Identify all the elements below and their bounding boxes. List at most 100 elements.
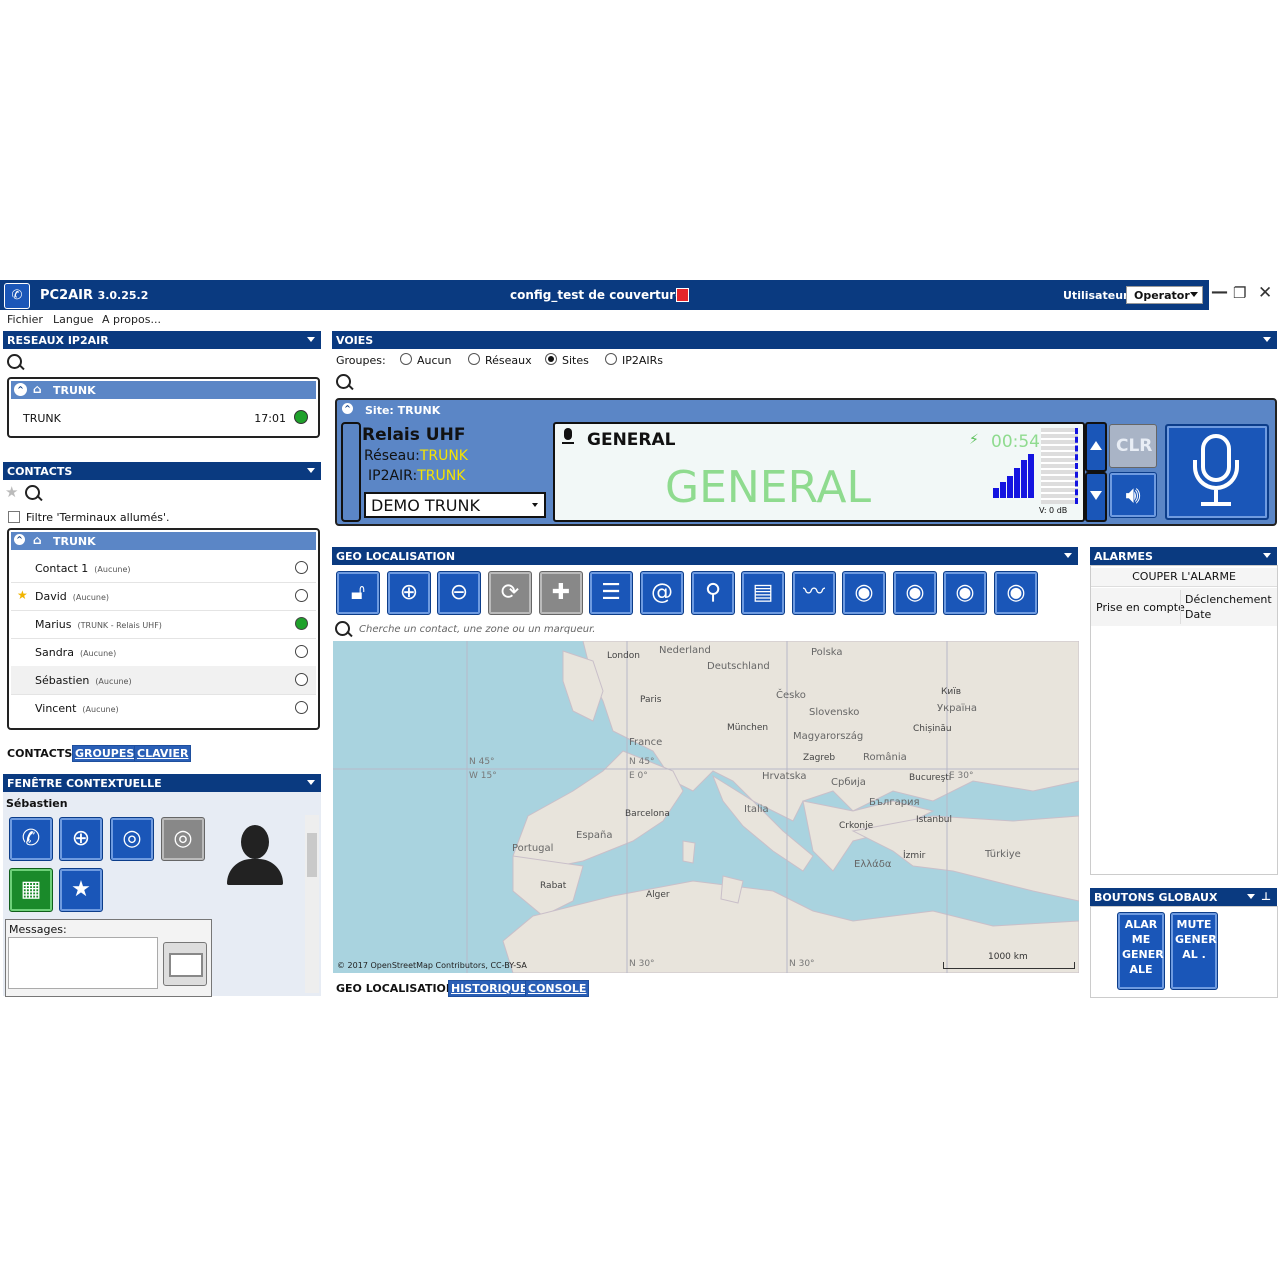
map-scale: 1000 km [943, 952, 1075, 969]
calendar-grid-button[interactable]: ▤ [741, 571, 785, 615]
map-button[interactable]: ▦ [9, 868, 53, 912]
add-marker-button[interactable]: ✚ [539, 571, 583, 615]
radio-ip2airs[interactable] [605, 353, 617, 365]
minimize-button[interactable]: — [1211, 282, 1228, 302]
menu-bar: Fichier Langue A propos... [0, 310, 1280, 328]
email-button[interactable]: @ [640, 571, 684, 615]
tab-historique[interactable]: HISTORIQUE [448, 980, 531, 997]
send-message-button[interactable] [163, 942, 207, 986]
tab-console[interactable]: CONSOLE [525, 980, 590, 997]
pin-icon[interactable]: ⊥ [1261, 890, 1271, 903]
app-window: ✆ PC2AIR 3.0.25.2 config_test de couvert… [0, 280, 1280, 998]
restore-button[interactable]: ❐ [1233, 284, 1246, 302]
tab-contacts[interactable]: CONTACTS [5, 746, 74, 761]
zoom-out-button[interactable]: ⊖ [437, 571, 481, 615]
location-pin-button[interactable]: ⚲ [691, 571, 735, 615]
view-eye-1-button[interactable]: ◉ [842, 571, 886, 615]
collapse-icon[interactable]: ^ [14, 534, 25, 545]
grid-label: E 30° [949, 771, 974, 781]
status-circle-online [295, 617, 308, 630]
call-display: GENERAL GENERAL ⚡ 00:54 V: 0 dB [553, 422, 1085, 522]
message-input[interactable] [8, 937, 158, 989]
context-scrollbar[interactable] [305, 815, 319, 993]
general-alarm-button[interactable]: ALAR ME GENER ALE [1117, 912, 1165, 990]
scroll-up-button[interactable] [1085, 422, 1107, 472]
collapse-icon[interactable]: ^ [342, 403, 353, 414]
contact-row[interactable]: Contact 1 (Aucune) [11, 554, 316, 583]
menu-fichier[interactable]: Fichier [7, 313, 43, 326]
contact-row[interactable]: ★ David (Aucune) [11, 582, 316, 611]
voies-header[interactable]: VOIES [332, 331, 1277, 349]
view-eye-3-button[interactable]: ◉ [943, 571, 987, 615]
status-circle [295, 701, 308, 714]
track-globe-button[interactable]: ◎ [161, 817, 205, 861]
tab-geo-localisation[interactable]: GEO LOCALISATION [334, 981, 457, 996]
track-line-button[interactable]: 〰 [792, 571, 836, 615]
contact-row[interactable]: Marius (TRUNK - Relais UHF) [11, 610, 316, 639]
close-button[interactable]: ✕ [1258, 283, 1272, 303]
contacts-group-header[interactable]: ^ ⌂ TRUNK [11, 532, 316, 550]
radio-aucun[interactable] [400, 353, 412, 365]
view-eye-4-button[interactable]: ◉ [994, 571, 1038, 615]
scroll-down-button[interactable] [1085, 472, 1107, 522]
star-filter-icon[interactable]: ★ [5, 483, 18, 501]
menu-apropos[interactable]: A propos... [102, 313, 161, 326]
cut-alarm-button[interactable]: COUPER L'ALARME [1091, 568, 1277, 587]
map-label: Crkonje [839, 821, 874, 831]
contact-row[interactable]: Vincent (Aucune) [11, 694, 316, 722]
tab-groupes[interactable]: GROUPES [72, 745, 138, 762]
add-contact-button[interactable]: ⊕ [59, 817, 103, 861]
general-mute-button[interactable]: MUTE GENER AL . [1170, 912, 1218, 990]
clr-button[interactable]: CLR [1109, 424, 1157, 468]
global-buttons-header[interactable]: BOUTONS GLOBAUX ⊥ [1090, 888, 1277, 906]
grid-label: W 15° [469, 771, 497, 781]
microphone-icon [564, 428, 572, 440]
contact-row[interactable]: Sandra (Aucune) [11, 638, 316, 667]
radio-reseaux-label: Réseaux [485, 354, 532, 367]
collapse-icon[interactable]: ^ [14, 383, 27, 396]
grid-label: E 0° [629, 771, 648, 781]
network-item[interactable]: TRUNK 17:01 [11, 401, 316, 434]
map-label: România [863, 752, 907, 763]
favorite-button[interactable]: ★ [59, 868, 103, 912]
locate-globe-button[interactable]: ◎ [110, 817, 154, 861]
radio-reseaux[interactable] [468, 353, 480, 365]
alarms-header[interactable]: ALARMES [1090, 547, 1277, 565]
site-header[interactable]: ^ Site: TRUNK [339, 402, 1273, 418]
map-search-input[interactable]: Cherche un contact, une zone ou un marqu… [359, 624, 595, 635]
map-label: İzmir [903, 851, 926, 861]
menu-langue[interactable]: Langue [53, 313, 94, 326]
lock-map-button[interactable]: 🔓︎ [336, 571, 380, 615]
user-select[interactable]: Operator [1126, 286, 1203, 304]
save-icon[interactable] [676, 288, 689, 302]
config-name: config_test de couverture [510, 288, 684, 302]
list-button[interactable]: ☰ [589, 571, 633, 615]
context-header[interactable]: FENÊTRE CONTEXTUELLE [3, 774, 321, 792]
avatar [225, 825, 285, 885]
view-eye-2-button[interactable]: ◉ [893, 571, 937, 615]
map-label: Istanbul [916, 815, 953, 825]
map-label: Rabat [540, 881, 567, 891]
refresh-button[interactable]: ⟳ [488, 571, 532, 615]
filter-checkbox[interactable] [8, 511, 20, 523]
status-circle [295, 561, 308, 574]
radio-call-button[interactable]: ✆ [9, 817, 53, 861]
map-view[interactable]: London Nederland Deutschland Polska Pari… [333, 641, 1079, 973]
channel-select[interactable]: DEMO TRUNK [364, 492, 546, 518]
contact-row-selected[interactable]: Sébastien (Aucune) [11, 666, 316, 695]
ptt-microphone-button[interactable] [1165, 424, 1269, 520]
tab-clavier[interactable]: CLAVIER [134, 745, 192, 762]
grid-label: N 30° [789, 959, 815, 969]
home-icon: ⌂ [33, 533, 42, 547]
networks-group-header[interactable]: ^ ⌂ TRUNK [11, 381, 316, 399]
chevron-down-icon[interactable] [1247, 894, 1255, 899]
contacts-group: ^ ⌂ TRUNK Contact 1 (Aucune) ★ David (Aucu… [7, 528, 320, 730]
speaker-button[interactable]: 🔊︎ [1109, 472, 1157, 518]
contacts-header[interactable]: CONTACTS [3, 462, 321, 480]
zoom-in-button[interactable]: ⊕ [387, 571, 431, 615]
networks-header[interactable]: RESEAUX IP2AIR [3, 331, 321, 349]
geo-header[interactable]: GEO LOCALISATION [332, 547, 1078, 565]
radio-sites[interactable] [545, 353, 557, 365]
chevron-down-icon [532, 503, 538, 507]
map-label: Київ [941, 687, 962, 697]
